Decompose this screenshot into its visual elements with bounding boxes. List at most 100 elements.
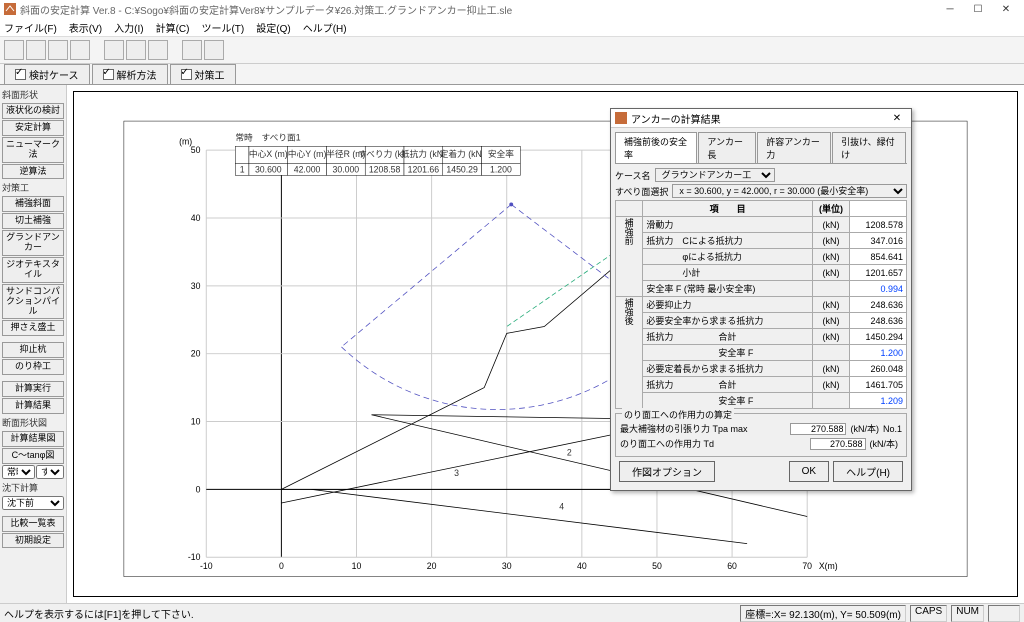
menu-settings[interactable]: 設定(Q) bbox=[256, 20, 290, 35]
svg-text:0: 0 bbox=[279, 561, 284, 571]
sidebar-item-resultfig[interactable]: 計算結果図 bbox=[2, 431, 64, 447]
sidebar-item-run[interactable]: 計算実行 bbox=[2, 381, 64, 397]
tool-opt1[interactable] bbox=[182, 40, 202, 60]
svg-text:3: 3 bbox=[454, 468, 459, 478]
checkbox-icon bbox=[181, 69, 192, 80]
tool-table[interactable] bbox=[148, 40, 168, 60]
dialog-close-button[interactable]: ✕ bbox=[887, 113, 907, 124]
svg-text:中心X (m): 中心X (m) bbox=[249, 148, 288, 159]
menu-view[interactable]: 表示(V) bbox=[69, 20, 102, 35]
svg-text:20: 20 bbox=[191, 349, 201, 359]
svg-text:60: 60 bbox=[727, 561, 737, 571]
svg-text:10: 10 bbox=[352, 561, 362, 571]
svg-text:0: 0 bbox=[196, 484, 201, 494]
menu-calc[interactable]: 計算(C) bbox=[156, 20, 190, 35]
sidebar-header-shape: 斜面形状 bbox=[2, 87, 64, 102]
minimize-button[interactable]: ─ bbox=[936, 0, 964, 18]
svg-text:1208.58: 1208.58 bbox=[369, 164, 401, 174]
dlg-tab-allow[interactable]: 許容アンカー力 bbox=[757, 132, 831, 163]
svg-text:安全率: 安全率 bbox=[488, 148, 514, 159]
result-table: 項 目(単位)補強前滑動力(kN)1208.578抵抗力 Cによる抵抗力(kN)… bbox=[615, 200, 907, 409]
svg-text:中心Y (m): 中心Y (m) bbox=[288, 148, 327, 159]
tool-calc[interactable] bbox=[104, 40, 124, 60]
tool-save[interactable] bbox=[48, 40, 68, 60]
svg-text:40: 40 bbox=[577, 561, 587, 571]
case-label: ケース名 bbox=[615, 169, 651, 182]
menu-help[interactable]: ヘルプ(H) bbox=[303, 20, 347, 35]
tab-counter[interactable]: 対策工 bbox=[170, 64, 236, 84]
checkbox-icon bbox=[103, 69, 114, 80]
svg-text:X(m): X(m) bbox=[819, 561, 838, 571]
menubar: ファイル(F) 表示(V) 入力(I) 計算(C) ツール(T) 設定(Q) ヘ… bbox=[0, 18, 1024, 37]
svg-text:(m): (m) bbox=[179, 136, 192, 146]
svg-text:30: 30 bbox=[502, 561, 512, 571]
sidebar-item-result[interactable]: 計算結果 bbox=[2, 398, 64, 414]
sidebar-item-frame[interactable]: のり枠工 bbox=[2, 359, 64, 375]
sidebar-item-tanphi[interactable]: C～tanφ図 bbox=[2, 448, 64, 464]
dlg-tab-length[interactable]: アンカー長 bbox=[698, 132, 756, 163]
sidebar-header-section: 断面形状図 bbox=[2, 415, 64, 430]
sidebar-item-liquefaction[interactable]: 液状化の検討 bbox=[2, 103, 64, 119]
tool-open[interactable] bbox=[26, 40, 46, 60]
tool-view[interactable] bbox=[126, 40, 146, 60]
sidebar-item-reinforced[interactable]: 補強斜面 bbox=[2, 196, 64, 212]
slip-select[interactable]: x = 30.600, y = 42.000, r = 30.000 (最小安全… bbox=[672, 184, 907, 198]
sidebar-item-cutreinf[interactable]: 切土補強 bbox=[2, 213, 64, 229]
menu-input[interactable]: 入力(I) bbox=[114, 20, 143, 35]
menu-tool[interactable]: ツール(T) bbox=[201, 20, 244, 35]
dialog-title: アンカーの計算結果 bbox=[631, 111, 721, 126]
tab-cases[interactable]: 検討ケース bbox=[4, 64, 90, 84]
svg-text:1: 1 bbox=[240, 164, 245, 174]
svg-text:30: 30 bbox=[191, 281, 201, 291]
svg-text:10: 10 bbox=[191, 416, 201, 426]
svg-text:50: 50 bbox=[652, 561, 662, 571]
svg-text:50: 50 bbox=[191, 145, 201, 155]
svg-text:1.200: 1.200 bbox=[490, 164, 512, 174]
checkbox-icon bbox=[15, 69, 26, 80]
status-empty bbox=[988, 605, 1020, 622]
status-num: NUM bbox=[951, 605, 984, 622]
svg-text:-10: -10 bbox=[200, 561, 213, 571]
svg-text:定着力 (kN): 定着力 (kN) bbox=[440, 148, 485, 159]
force-group-legend: のり面工への作用力の算定 bbox=[622, 408, 734, 421]
svg-text:1450.29: 1450.29 bbox=[446, 164, 478, 174]
tool-opt2[interactable] bbox=[204, 40, 224, 60]
svg-text:1201.66: 1201.66 bbox=[408, 164, 440, 174]
svg-text:40: 40 bbox=[191, 213, 201, 223]
help-button[interactable]: ヘルプ(H) bbox=[833, 461, 903, 482]
tool-new[interactable] bbox=[4, 40, 24, 60]
tool-print[interactable] bbox=[70, 40, 90, 60]
dlg-tab-safety[interactable]: 補強前後の安全率 bbox=[615, 132, 697, 163]
case-select[interactable]: グラウンドアンカー工 bbox=[655, 168, 775, 182]
sidebar-item-sandpile[interactable]: サンドコンパクションパイル bbox=[2, 284, 64, 320]
maximize-button[interactable]: ☐ bbox=[964, 0, 992, 18]
sidebar-item-init[interactable]: 初期設定 bbox=[2, 533, 64, 549]
sidebar-item-pile[interactable]: 抑止杭 bbox=[2, 342, 64, 358]
ok-button[interactable]: OK bbox=[789, 461, 829, 482]
sidebar-select-settle[interactable]: 沈下前 bbox=[2, 496, 64, 510]
sidebar-select-slip[interactable]: すべ bbox=[36, 465, 64, 479]
sidebar-item-compare[interactable]: 比較一覧表 bbox=[2, 516, 64, 532]
svg-text:-10: -10 bbox=[188, 552, 201, 562]
svg-text:2: 2 bbox=[567, 447, 572, 457]
sidebar-header-counter: 対策工 bbox=[2, 180, 64, 195]
sidebar-item-stability[interactable]: 安定計算 bbox=[2, 120, 64, 136]
sidebar: 斜面形状 液状化の検討 安定計算 ニューマーク法 逆算法 対策工 補強斜面 切土… bbox=[0, 85, 67, 603]
svg-text:常時 すべり面1: 常時 すべり面1 bbox=[235, 131, 300, 142]
svg-text:70: 70 bbox=[802, 561, 812, 571]
sidebar-item-back[interactable]: 逆算法 bbox=[2, 164, 64, 180]
dlg-tab-pullout[interactable]: 引抜け、緑付け bbox=[832, 132, 906, 163]
sidebar-item-newmark[interactable]: ニューマーク法 bbox=[2, 137, 64, 163]
status-help: ヘルプを表示するには[F1]を押して下さい. bbox=[4, 606, 194, 621]
svg-text:30.600: 30.600 bbox=[255, 164, 282, 174]
sidebar-item-anchor[interactable]: グランドアンカー bbox=[2, 230, 64, 256]
statusbar: ヘルプを表示するには[F1]を押して下さい. 座標=:X= 92.130(m),… bbox=[0, 603, 1024, 622]
sidebar-item-fill[interactable]: 押さえ盛土 bbox=[2, 320, 64, 336]
sidebar-select-cond[interactable]: 常時 bbox=[2, 465, 35, 479]
menu-file[interactable]: ファイル(F) bbox=[4, 20, 57, 35]
sidebar-item-geotextile[interactable]: ジオテキスタイル bbox=[2, 257, 64, 283]
draw-option-button[interactable]: 作図オプション bbox=[619, 461, 715, 482]
window-title: 斜面の安定計算 Ver.8 - C:¥Sogo¥斜面の安定計算Ver8¥サンプル… bbox=[20, 2, 512, 17]
close-button[interactable]: ✕ bbox=[992, 0, 1020, 18]
tab-method[interactable]: 解析方法 bbox=[92, 64, 168, 84]
